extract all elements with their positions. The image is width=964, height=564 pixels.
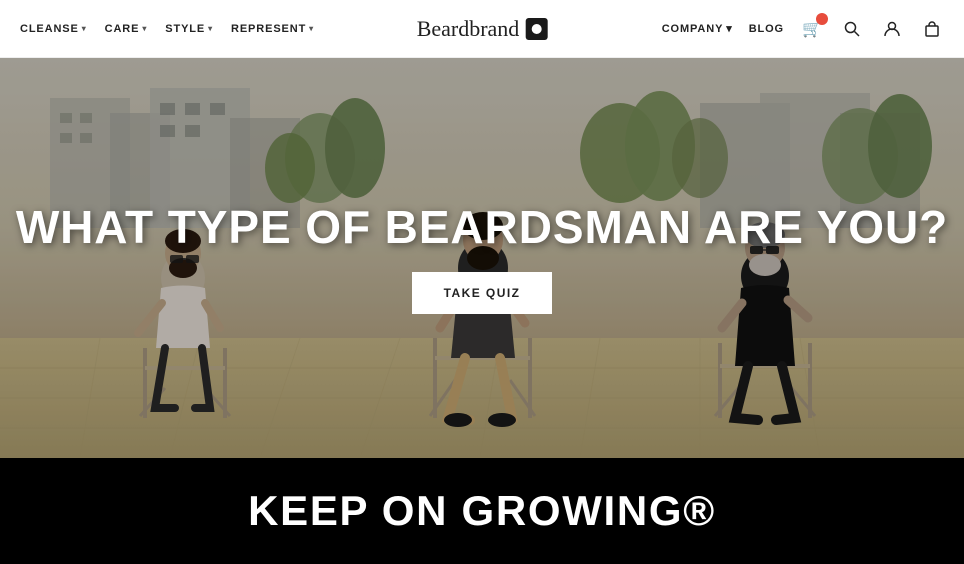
cart-badge	[816, 13, 828, 25]
nav-label-cleanse: CLEANSE	[20, 23, 79, 35]
nav-label-style: STYLE	[165, 23, 205, 35]
nav-label-care: CARE	[105, 23, 140, 35]
nav-label-blog: BLOG	[749, 23, 784, 35]
nav-label-company: COMPANY	[662, 23, 724, 35]
nav-left: CLEANSE ▾ CARE ▾ STYLE ▾ REPRESENT ▾	[20, 23, 314, 35]
cart-button[interactable]: 🛒	[800, 17, 824, 41]
hero-title: WHAT TYPE OF BEARDSMAN ARE YOU?	[16, 202, 948, 253]
navbar: CLEANSE ▾ CARE ▾ STYLE ▾ REPRESENT ▾ Bea…	[0, 0, 964, 58]
nav-item-style[interactable]: STYLE ▾	[165, 23, 213, 35]
logo-text: Beardbrand	[417, 16, 520, 42]
logo-icon	[525, 18, 547, 40]
chevron-down-icon: ▾	[208, 24, 213, 33]
search-icon[interactable]	[840, 17, 864, 41]
account-icon[interactable]	[880, 17, 904, 41]
nav-item-company[interactable]: COMPANY ▾	[662, 22, 733, 35]
nav-item-cleanse[interactable]: CLEANSE ▾	[20, 23, 87, 35]
bag-icon[interactable]	[920, 17, 944, 41]
nav-item-care[interactable]: CARE ▾	[105, 23, 148, 35]
nav-label-represent: REPRESENT	[231, 23, 306, 35]
chevron-down-icon: ▾	[82, 24, 87, 33]
chevron-down-icon: ▾	[309, 24, 314, 33]
nav-item-blog[interactable]: BLOG	[749, 23, 784, 35]
hero-section: WHAT TYPE OF BEARDSMAN ARE YOU? TAKE QUI…	[0, 58, 964, 458]
site-logo[interactable]: Beardbrand	[417, 16, 548, 42]
chevron-down-icon: ▾	[142, 24, 147, 33]
hero-overlay: WHAT TYPE OF BEARDSMAN ARE YOU? TAKE QUI…	[0, 58, 964, 458]
nav-right: COMPANY ▾ BLOG 🛒	[662, 17, 944, 41]
chevron-down-icon: ▾	[726, 22, 732, 35]
bottom-title: KEEP ON GROWING®	[248, 487, 716, 535]
nav-item-represent[interactable]: REPRESENT ▾	[231, 23, 314, 35]
bottom-band: KEEP ON GROWING®	[0, 458, 964, 564]
take-quiz-button[interactable]: TAKE QUIZ	[412, 272, 553, 314]
